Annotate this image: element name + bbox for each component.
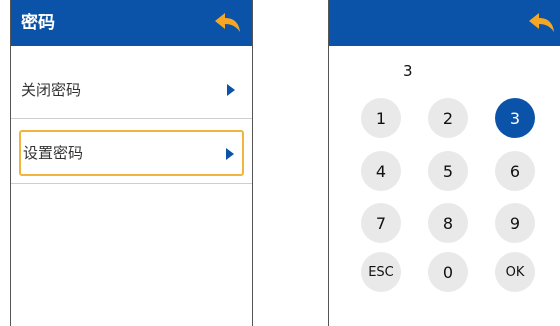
page-title: 密码: [21, 13, 55, 33]
title-bar: 密码: [11, 0, 252, 46]
password-keypad-screen: 3 1 2 3 4 5 6 7 8 9 ESC 0 OK: [328, 0, 560, 326]
key-6[interactable]: 6: [495, 151, 535, 191]
back-arrow-icon[interactable]: [214, 11, 242, 33]
menu-item-label: 关闭密码: [21, 81, 82, 99]
divider: [11, 183, 252, 184]
key-9[interactable]: 9: [495, 203, 535, 243]
chevron-right-icon: [227, 84, 235, 96]
key-2[interactable]: 2: [428, 98, 468, 138]
title-bar: [329, 0, 560, 46]
key-1[interactable]: 1: [361, 98, 401, 138]
menu-item-set-password[interactable]: 设置密码: [19, 130, 244, 176]
menu-item-label: 设置密码: [23, 144, 84, 162]
menu-item-close-password[interactable]: 关闭密码: [11, 66, 252, 114]
key-esc[interactable]: ESC: [361, 252, 401, 292]
key-0[interactable]: 0: [428, 252, 468, 292]
key-8[interactable]: 8: [428, 203, 468, 243]
key-3[interactable]: 3: [495, 98, 535, 138]
key-4[interactable]: 4: [361, 151, 401, 191]
password-display: 3: [403, 62, 413, 80]
key-ok[interactable]: OK: [495, 252, 535, 292]
back-arrow-icon[interactable]: [528, 11, 556, 33]
chevron-right-icon: [226, 148, 234, 160]
password-menu-screen: 密码 关闭密码 设置密码: [10, 0, 253, 326]
key-7[interactable]: 7: [361, 203, 401, 243]
divider: [11, 118, 252, 119]
key-5[interactable]: 5: [428, 151, 468, 191]
